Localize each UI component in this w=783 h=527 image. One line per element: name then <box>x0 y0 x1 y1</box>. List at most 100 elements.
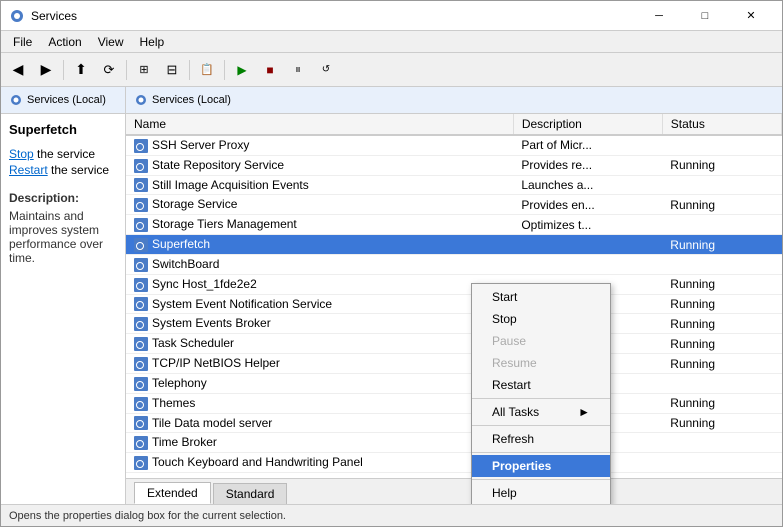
toolbar-refresh[interactable]: ⟳ <box>96 57 122 83</box>
toolbar-show-hide[interactable]: ⊞ <box>131 57 157 83</box>
table-row[interactable]: Storage ServiceProvides en...Running <box>126 195 782 215</box>
toolbar-sep-4 <box>224 60 225 80</box>
cell-status <box>662 373 781 393</box>
table-row[interactable]: State Repository ServiceProvides re...Ru… <box>126 155 782 175</box>
cell-name: System Events Broker <box>126 314 513 334</box>
toolbar-back[interactable]: ◀ <box>5 57 31 83</box>
table-row[interactable]: SSH Server ProxyPart of Micr... <box>126 135 782 155</box>
table-row[interactable]: Telephony <box>126 373 782 393</box>
table-row[interactable]: Superfetch Running <box>126 235 782 255</box>
tab-standard[interactable]: Standard <box>213 483 288 504</box>
table-row[interactable]: System Event Notification ServiceRunning <box>126 294 782 314</box>
right-panel-header: Services (Local) <box>126 87 782 114</box>
stop-link[interactable]: Stop <box>9 147 34 161</box>
toolbar-up[interactable]: ⬆ <box>68 57 94 83</box>
context-menu-item-start[interactable]: Start <box>472 286 610 308</box>
toolbar-pause-service[interactable]: ⏸ <box>285 57 311 83</box>
context-menu-item-stop[interactable]: Stop <box>472 308 610 330</box>
table-container[interactable]: Name Description Status SSH Server Proxy… <box>126 114 782 478</box>
cell-status: Running <box>662 334 781 354</box>
col-status[interactable]: Status <box>662 114 781 135</box>
table-row[interactable]: ThemesRunning <box>126 393 782 413</box>
context-menu-item-resume: Resume <box>472 352 610 374</box>
table-row[interactable]: SwitchBoard <box>126 254 782 274</box>
menu-help[interactable]: Help <box>132 33 173 51</box>
cell-status <box>662 215 781 235</box>
cell-status: Running <box>662 235 781 255</box>
toolbar-sep-2 <box>126 60 127 80</box>
menu-view[interactable]: View <box>90 33 132 51</box>
table-row[interactable]: Task SchedulerRunning <box>126 334 782 354</box>
col-description[interactable]: Description <box>513 114 662 135</box>
main-area: Services (Local) Superfetch Stop the ser… <box>1 87 782 504</box>
cell-name: Touch Keyboard and Handwriting Panel <box>126 453 513 473</box>
cell-description <box>513 235 662 255</box>
restart-link[interactable]: Restart <box>9 163 48 177</box>
service-icon <box>134 377 148 391</box>
context-menu-item-properties[interactable]: Properties <box>472 455 610 477</box>
cell-name: Storage Tiers Management <box>126 215 513 235</box>
minimize-button[interactable]: ─ <box>636 1 682 31</box>
left-panel-content: Superfetch Stop the service Restart the … <box>1 114 125 273</box>
cell-name: TCP/IP NetBIOS Helper <box>126 354 513 374</box>
restart-service-link[interactable]: Restart the service <box>9 163 117 177</box>
cell-name: SwitchBoard <box>126 254 513 274</box>
left-panel: Services (Local) Superfetch Stop the ser… <box>1 87 126 504</box>
cell-name: Still Image Acquisition Events <box>126 175 513 195</box>
maximize-button[interactable]: □ <box>682 1 728 31</box>
context-menu-separator <box>472 398 610 399</box>
cell-description: Provides re... <box>513 155 662 175</box>
service-icon <box>134 337 148 351</box>
menu-file[interactable]: File <box>5 33 40 51</box>
toolbar-sep-1 <box>63 60 64 80</box>
table-row[interactable]: Still Image Acquisition EventsLaunches a… <box>126 175 782 195</box>
table-row[interactable]: Sync Host_1fde2e2Running <box>126 274 782 294</box>
service-icon <box>134 357 148 371</box>
table-row[interactable]: System Events Broker Running <box>126 314 782 334</box>
tab-extended[interactable]: Extended <box>134 482 211 504</box>
cell-name: Themes <box>126 393 513 413</box>
context-menu-separator <box>472 452 610 453</box>
title-bar-left: Services <box>9 8 77 24</box>
cell-description: Optimizes t... <box>513 215 662 235</box>
table-row[interactable]: Time Broker <box>126 433 782 453</box>
table-row[interactable]: Storage Tiers ManagementOptimizes t... <box>126 215 782 235</box>
toolbar-restart-service[interactable]: ↺ <box>313 57 339 83</box>
right-panel: Services (Local) Name Description Status… <box>126 87 782 504</box>
context-menu-item-restart[interactable]: Restart <box>472 374 610 396</box>
cell-description: Part of Micr... <box>513 135 662 155</box>
desc-text: Maintains and improves system performanc… <box>9 209 117 265</box>
stop-service-link[interactable]: Stop the service <box>9 147 117 161</box>
window: Services ─ □ ✕ File Action View Help ◀ ▶… <box>0 0 783 527</box>
left-panel-header-label: Services (Local) <box>27 94 106 106</box>
toolbar-export[interactable]: 📋 <box>194 57 220 83</box>
table-row[interactable]: Tile Data model serverRunning <box>126 413 782 433</box>
menu-action[interactable]: Action <box>40 33 89 51</box>
context-menu-item-refresh[interactable]: Refresh <box>472 428 610 450</box>
toolbar-stop-service[interactable]: ■ <box>257 57 283 83</box>
context-menu-item-help[interactable]: Help <box>472 482 610 504</box>
toolbar-properties[interactable]: ⊟ <box>159 57 185 83</box>
cell-status: Running <box>662 314 781 334</box>
context-menu-item-all-tasks[interactable]: All Tasks ► <box>472 401 610 423</box>
toolbar-forward[interactable]: ▶ <box>33 57 59 83</box>
table-row[interactable]: TCP/IP NetBIOS Helper Running <box>126 354 782 374</box>
cell-name: State Repository Service <box>126 155 513 175</box>
table-row[interactable]: Touch Keyboard and Handwriting Panel <box>126 453 782 473</box>
cell-status: Running <box>662 354 781 374</box>
cell-name: Tile Data model server <box>126 413 513 433</box>
toolbar: ◀ ▶ ⬆ ⟳ ⊞ ⊟ 📋 ▶ ■ ⏸ ↺ <box>1 53 782 87</box>
cell-status <box>662 175 781 195</box>
restart-suffix: the service <box>48 163 109 177</box>
stop-suffix: the service <box>34 147 95 161</box>
context-menu: StartStopPauseResumeRestartAll Tasks ►Re… <box>471 283 611 504</box>
service-icon <box>134 297 148 311</box>
toolbar-start-service[interactable]: ▶ <box>229 57 255 83</box>
service-icon <box>134 178 148 192</box>
service-icon <box>134 317 148 331</box>
service-icon <box>134 159 148 173</box>
cell-name: Superfetch <box>126 235 513 255</box>
close-button[interactable]: ✕ <box>728 1 774 31</box>
status-bar: Opens the properties dialog box for the … <box>1 504 782 526</box>
col-name[interactable]: Name <box>126 114 513 135</box>
